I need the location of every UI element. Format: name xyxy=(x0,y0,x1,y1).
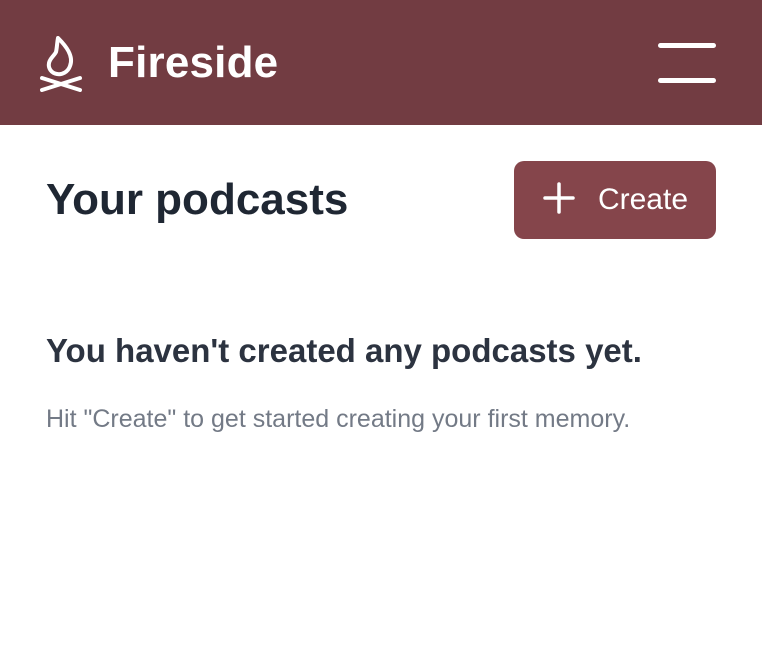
create-button-label: Create xyxy=(597,183,689,216)
empty-state-title: You haven't created any podcasts yet. xyxy=(46,332,642,369)
plus-icon xyxy=(542,181,576,220)
empty-state: You haven't created any podcasts yet. Hi… xyxy=(46,331,716,439)
empty-state-description: Hit "Create" to get started creating you… xyxy=(46,404,631,433)
menu-button[interactable] xyxy=(658,42,716,83)
main-content: Your podcasts Create You haven't created… xyxy=(0,125,762,668)
top-navigation-bar: Fireside xyxy=(0,0,762,125)
brand[interactable]: Fireside xyxy=(38,34,278,92)
app-name: Fireside xyxy=(108,37,279,87)
campfire-icon xyxy=(38,34,84,92)
hamburger-menu-icon xyxy=(658,42,716,48)
create-button[interactable]: Create xyxy=(514,161,716,239)
page-header: Your podcasts Create xyxy=(46,161,716,239)
page-title: Your podcasts xyxy=(46,175,349,224)
hamburger-menu-icon-bar xyxy=(658,77,716,83)
